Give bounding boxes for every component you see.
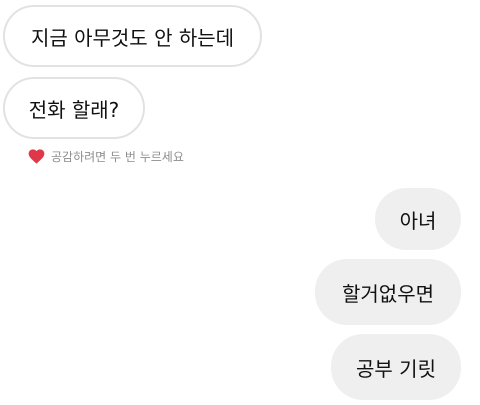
message-text: 아녀 [399,208,437,233]
incoming-message-bubble[interactable]: 전화 할래? [3,77,145,139]
message-text: 할거없우면 [342,281,434,306]
message-text: 전화 할래? [28,97,120,122]
incoming-message-bubble[interactable]: 지금 아무것도 안 하는데 [3,5,262,67]
message-text: 공부 기릿 [356,356,436,381]
reaction-hint-text: 공감하려면 두 번 누르세요 [51,149,184,164]
heart-icon [28,148,45,164]
outgoing-message-bubble[interactable]: 아녀 [375,188,461,250]
outgoing-message-bubble[interactable]: 할거없우면 [315,259,461,325]
outgoing-message-bubble[interactable]: 공부 기릿 [331,334,461,400]
chat-thread: 지금 아무것도 안 하는데 전화 할래? 공감하려면 두 번 누르세요 아녀 할… [0,0,480,405]
message-text: 지금 아무것도 안 하는데 [30,25,235,50]
reaction-hint: 공감하려면 두 번 누르세요 [28,146,184,166]
